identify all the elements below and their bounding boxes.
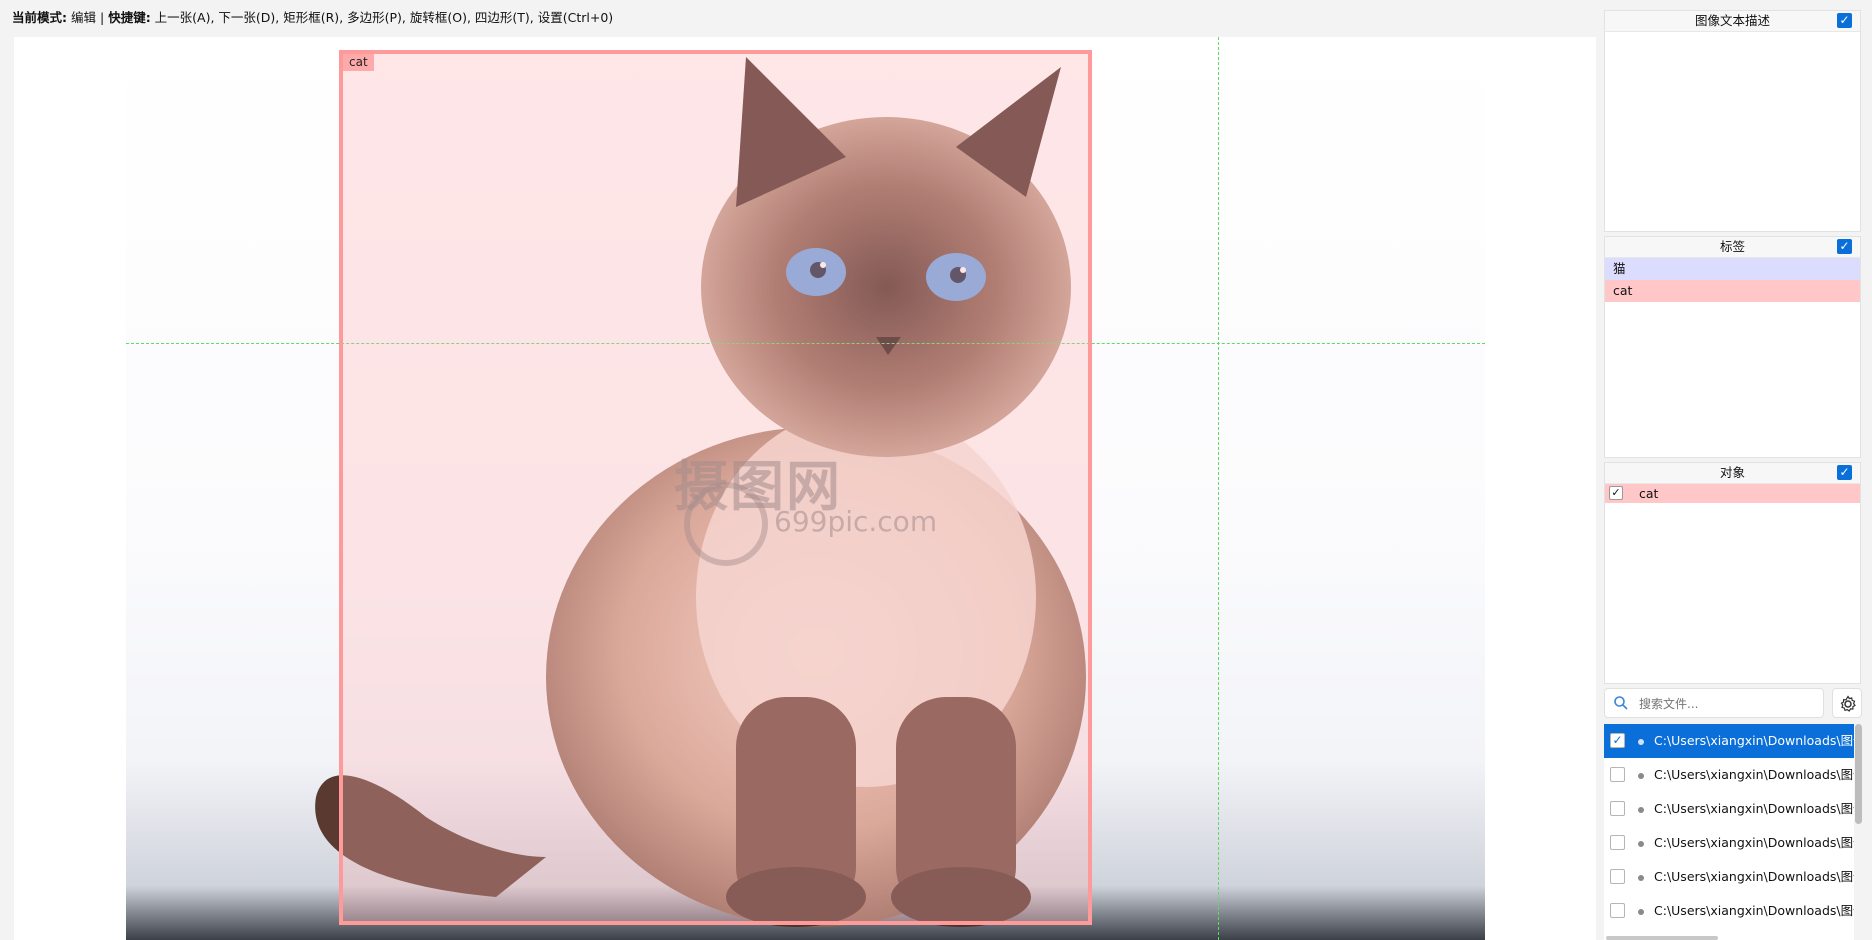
file-checkbox[interactable]: ✓ bbox=[1610, 733, 1625, 748]
file-status-dot bbox=[1638, 909, 1644, 915]
label-item-text: 猫 bbox=[1613, 261, 1626, 276]
shortcut-label: 快捷键: bbox=[108, 10, 151, 25]
labels-panel-title: 标签 bbox=[1719, 239, 1745, 254]
label-item-text: cat bbox=[1613, 283, 1633, 298]
file-checkbox[interactable] bbox=[1610, 903, 1625, 918]
file-path: C:\Users\xiangxin\Downloads\图像 bbox=[1654, 903, 1854, 918]
file-row[interactable]: C:\Users\xiangxin\Downloads\图像 bbox=[1604, 826, 1854, 860]
file-checkbox[interactable] bbox=[1610, 835, 1625, 850]
annotation-canvas[interactable]: 摄图网 699pic.com cat bbox=[14, 37, 1596, 940]
labels-panel: 标签 ✓ 猫 cat bbox=[1604, 236, 1861, 458]
labels-panel-header: 标签 ✓ bbox=[1605, 237, 1860, 258]
description-panel: 图像文本描述 ✓ bbox=[1604, 10, 1861, 232]
search-icon bbox=[1614, 696, 1628, 710]
mode-value: 编辑 bbox=[70, 10, 96, 25]
file-row[interactable]: C:\Users\xiangxin\Downloads\图像 bbox=[1604, 758, 1854, 792]
file-checkbox[interactable] bbox=[1610, 801, 1625, 816]
shortcut-list: 上一张(A), 下一张(D), 矩形框(R), 多边形(P), 旋转框(O), … bbox=[154, 10, 614, 25]
file-search bbox=[1604, 688, 1824, 718]
object-item-text: cat bbox=[1639, 486, 1659, 501]
bounding-box[interactable]: cat bbox=[339, 50, 1092, 925]
label-item[interactable]: 猫 bbox=[1605, 258, 1860, 280]
labels-toggle-checkbox[interactable]: ✓ bbox=[1837, 239, 1852, 254]
file-status-dot bbox=[1638, 807, 1644, 813]
description-toggle-checkbox[interactable]: ✓ bbox=[1837, 13, 1852, 28]
mode-shortcut-bar: 当前模式: 编辑 | 快捷键: 上一张(A), 下一张(D), 矩形框(R), … bbox=[12, 8, 613, 28]
objects-panel-title: 对象 bbox=[1719, 465, 1745, 480]
file-path: C:\Users\xiangxin\Downloads\图像 bbox=[1654, 733, 1854, 748]
search-input[interactable] bbox=[1637, 695, 1821, 713]
objects-panel: 对象 ✓ ✓ cat bbox=[1604, 462, 1861, 684]
description-textarea[interactable] bbox=[1605, 32, 1860, 232]
bbox-label: cat bbox=[343, 54, 374, 71]
object-item-checkbox[interactable]: ✓ bbox=[1609, 486, 1623, 500]
file-status-dot bbox=[1638, 773, 1644, 779]
description-panel-title: 图像文本描述 bbox=[1694, 13, 1770, 28]
file-status-dot bbox=[1638, 841, 1644, 847]
file-path: C:\Users\xiangxin\Downloads\图像 bbox=[1654, 835, 1854, 850]
objects-toggle-checkbox[interactable]: ✓ bbox=[1837, 465, 1852, 480]
label-item[interactable]: cat bbox=[1605, 280, 1860, 302]
object-item[interactable]: ✓ cat bbox=[1605, 484, 1860, 503]
gear-icon bbox=[1840, 695, 1856, 712]
file-row[interactable]: C:\Users\xiangxin\Downloads\图像 bbox=[1604, 894, 1854, 928]
separator: | bbox=[99, 10, 105, 25]
file-row[interactable]: C:\Users\xiangxin\Downloads\图像 bbox=[1604, 792, 1854, 826]
mode-label: 当前模式: bbox=[12, 10, 67, 25]
file-list-scrollbar[interactable] bbox=[1855, 724, 1862, 824]
file-path: C:\Users\xiangxin\Downloads\图像 bbox=[1654, 801, 1854, 816]
objects-panel-header: 对象 ✓ bbox=[1605, 463, 1860, 484]
file-status-dot bbox=[1638, 739, 1644, 745]
file-status-dot bbox=[1638, 875, 1644, 881]
file-path: C:\Users\xiangxin\Downloads\图像 bbox=[1654, 767, 1854, 782]
description-panel-header: 图像文本描述 ✓ bbox=[1605, 11, 1860, 32]
file-checkbox[interactable] bbox=[1610, 767, 1625, 782]
file-list-hscrollbar[interactable] bbox=[1606, 936, 1718, 940]
file-checkbox[interactable] bbox=[1610, 869, 1625, 884]
file-row[interactable]: ✓ C:\Users\xiangxin\Downloads\图像 bbox=[1604, 724, 1854, 758]
file-list: ✓ C:\Users\xiangxin\Downloads\图像 C:\User… bbox=[1604, 724, 1854, 940]
settings-button[interactable] bbox=[1832, 688, 1862, 718]
file-row[interactable]: C:\Users\xiangxin\Downloads\图像 bbox=[1604, 860, 1854, 894]
crosshair-vertical bbox=[1218, 37, 1219, 940]
file-path: C:\Users\xiangxin\Downloads\图像 bbox=[1654, 869, 1854, 884]
